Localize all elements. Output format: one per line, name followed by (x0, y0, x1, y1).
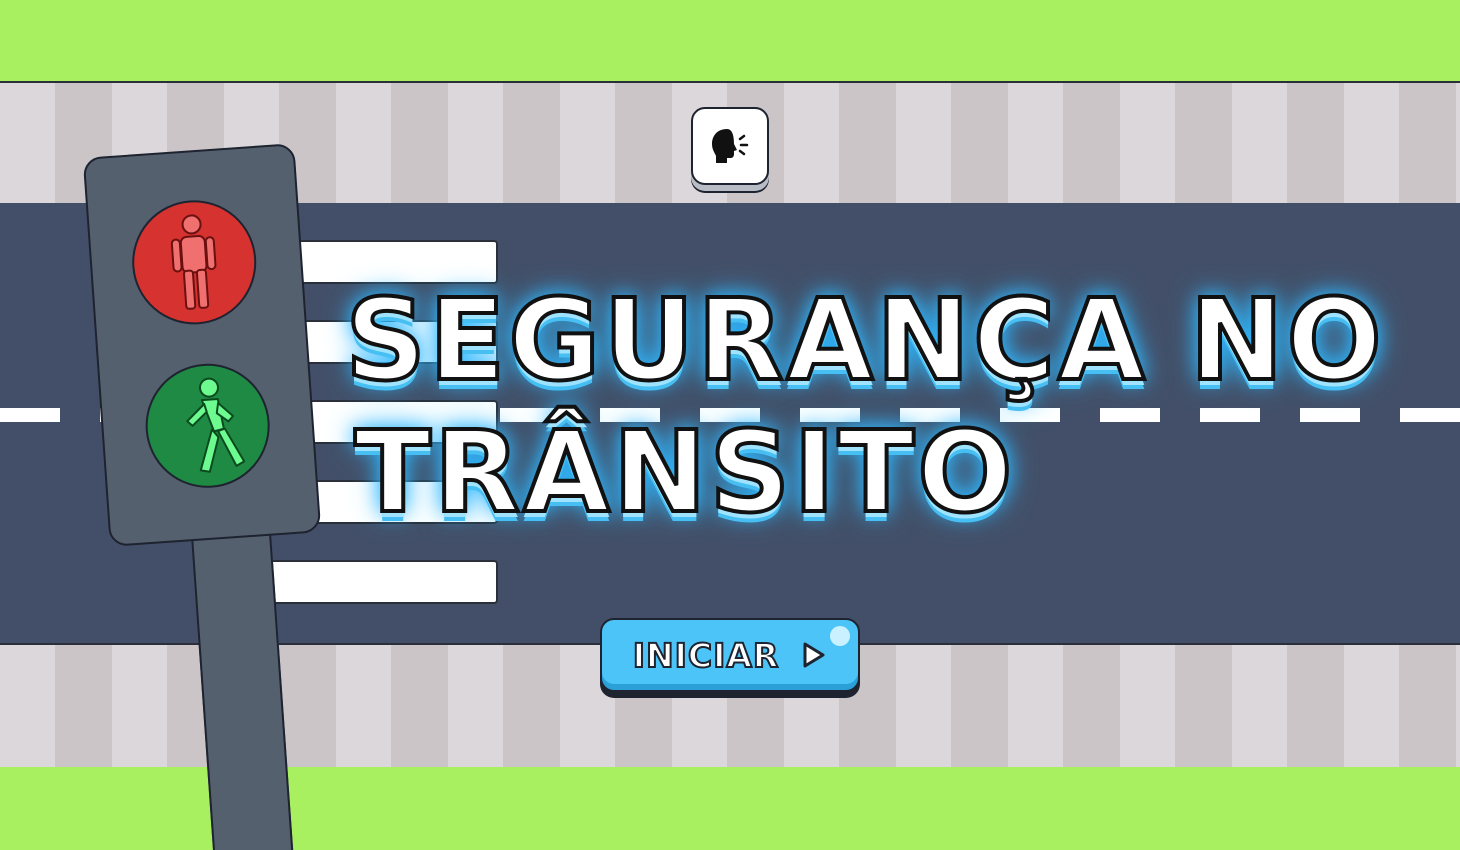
start-button-label: INICIAR (632, 635, 780, 676)
grass-top (0, 0, 1460, 82)
play-icon (803, 642, 825, 668)
title-line-2: TRÂNSITO (353, 408, 1016, 538)
crosswalk-stripe (250, 560, 498, 604)
game-scene: SEGURANÇA NO TRÂNSITO INICIAR (0, 0, 1460, 850)
speaking-head-icon (712, 129, 749, 163)
start-button[interactable]: INICIAR (600, 618, 860, 692)
voice-button[interactable] (691, 107, 769, 185)
title-line-1: SEGURANÇA NO (343, 276, 1385, 406)
button-shine (830, 626, 850, 646)
